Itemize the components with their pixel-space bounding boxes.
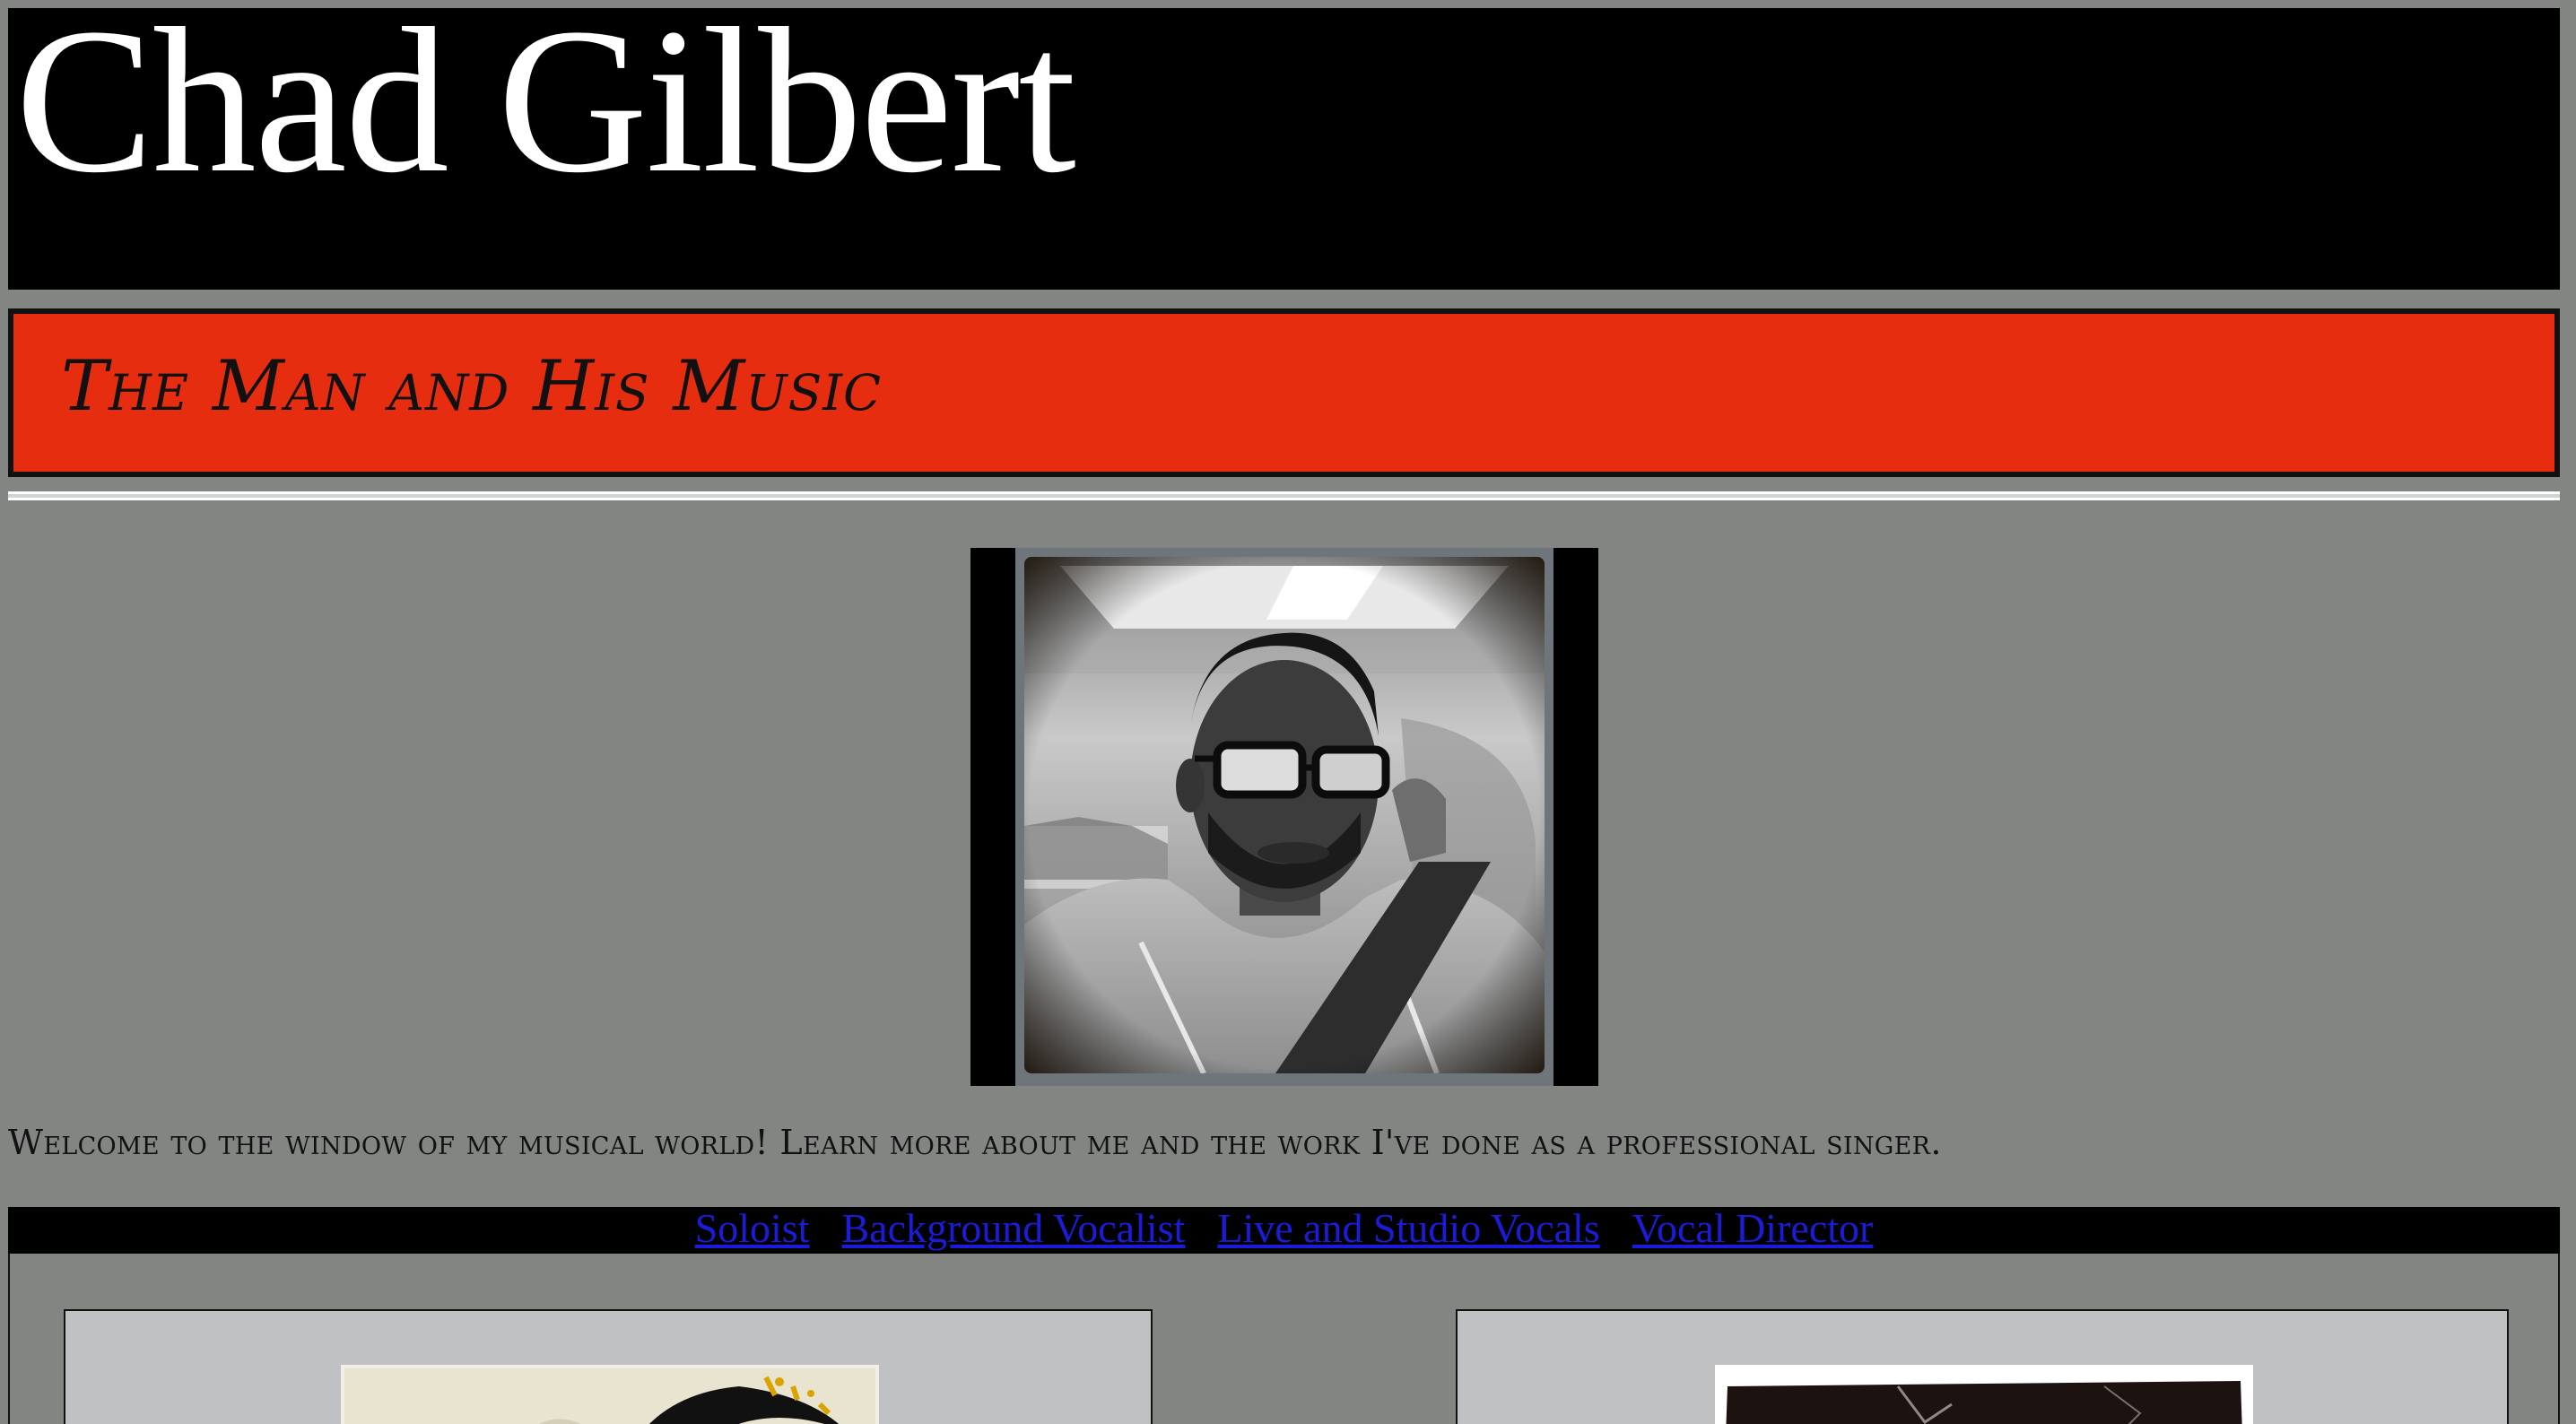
welcome-text: Welcome to the window of my musical worl… [8,1123,1942,1162]
album-art-image [344,1368,875,1424]
gallery-thumbnail[interactable] [341,1365,879,1424]
nav-link-soloist[interactable]: Soloist [695,1205,810,1252]
portrait-mat [1015,548,1553,1086]
portrait-frame [970,548,1598,1086]
gallery-card [1456,1309,2509,1424]
site-header: Chad Gilbert [8,0,2560,290]
gallery-card [64,1309,1153,1424]
gallery-thumbnail[interactable] [1715,1365,2253,1424]
tagline-banner: The Man and His Music [8,308,2560,477]
gallery-section [8,1254,2560,1424]
album-art-image [1719,1368,2250,1424]
portrait-photo [1024,557,1545,1073]
horizontal-rule [8,491,2560,500]
nav-link-background-vocalist[interactable]: Background Vocalist [841,1205,1185,1252]
site-title: Chad Gilbert [15,0,1076,216]
main-nav: Soloist Background Vocalist Live and Stu… [8,1205,2560,1254]
nav-link-vocal-director[interactable]: Vocal Director [1632,1205,1874,1252]
tagline: The Man and His Music [61,346,883,427]
nav-link-live-and-studio-vocals[interactable]: Live and Studio Vocals [1217,1205,1599,1252]
